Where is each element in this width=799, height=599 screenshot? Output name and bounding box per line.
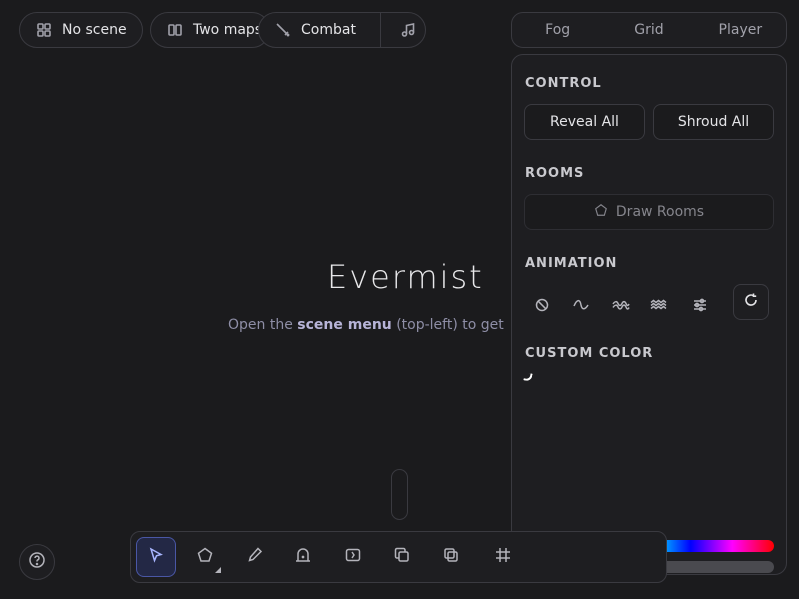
help-button[interactable]	[19, 544, 55, 580]
sliders-icon[interactable]	[690, 295, 710, 315]
animation-triple-wave-icon[interactable]	[649, 295, 669, 315]
copy-tool-button[interactable]	[382, 537, 422, 577]
hash-grid-icon	[494, 546, 512, 568]
animation-wave-icon[interactable]	[571, 295, 591, 315]
refresh-button[interactable]	[733, 284, 769, 320]
tab-fog[interactable]: Fog	[512, 22, 603, 38]
brush-tool-button[interactable]	[235, 537, 275, 577]
shroud-all-button[interactable]: Shroud All	[653, 104, 774, 140]
two-maps-button[interactable]: Two maps	[150, 12, 270, 48]
custom-color-section-title: CUSTOM COLOR	[525, 346, 654, 361]
combat-group: Combat	[258, 12, 426, 48]
toolbar-drag-handle[interactable]	[391, 469, 408, 520]
split-view-icon	[167, 22, 183, 38]
paste-tool-button[interactable]	[431, 537, 471, 577]
animation-section-title: ANIMATION	[525, 256, 618, 271]
select-tool-button[interactable]	[136, 537, 176, 577]
music-note-icon	[400, 22, 416, 38]
animation-none-icon[interactable]	[532, 295, 552, 315]
bracket-box-icon	[344, 546, 362, 568]
layer-tabs: Fog Grid Player	[511, 12, 787, 48]
rooms-section-title: ROOMS	[525, 166, 585, 181]
grid-icon	[36, 22, 52, 38]
divider	[379, 13, 381, 47]
refresh-icon	[743, 292, 759, 312]
sword-off-icon	[275, 22, 291, 38]
scene-label: No scene	[62, 22, 127, 38]
layers-icon	[442, 546, 460, 568]
app-title: Evermist	[327, 258, 484, 296]
maps-label: Two maps	[193, 22, 263, 38]
music-button[interactable]	[391, 22, 425, 38]
copy-icon	[393, 546, 411, 568]
cursor-arrow-icon	[147, 546, 165, 568]
fog-panel: CONTROL Reveal All Shroud All ROOMS Draw…	[511, 54, 787, 575]
flip-tool-button[interactable]	[333, 537, 373, 577]
hint-scene-menu: scene menu	[297, 317, 392, 333]
reveal-all-button[interactable]: Reveal All	[524, 104, 645, 140]
combat-label[interactable]: Combat	[301, 22, 356, 38]
help-circle-icon	[28, 551, 46, 573]
hint-suffix: (top-left) to get	[391, 317, 504, 333]
pentagon-icon	[594, 203, 608, 221]
scene-menu-button[interactable]: No scene	[19, 12, 143, 48]
tool-toolbar	[130, 531, 667, 583]
submenu-indicator	[215, 567, 221, 573]
draw-rooms-label: Draw Rooms	[615, 204, 705, 220]
tab-grid[interactable]: Grid	[603, 22, 694, 38]
draw-rooms-button[interactable]: Draw Rooms	[524, 194, 774, 230]
door-icon	[294, 546, 312, 568]
color-picker-handle[interactable]	[523, 372, 533, 382]
grid-tool-button[interactable]	[483, 537, 523, 577]
tab-player[interactable]: Player	[695, 22, 786, 38]
polygon-tool-button[interactable]	[185, 537, 225, 577]
pentagon-icon	[196, 546, 214, 568]
control-section-title: CONTROL	[525, 76, 602, 91]
hint-prefix: Open the	[228, 317, 298, 333]
pen-icon	[246, 546, 264, 568]
door-tool-button[interactable]	[283, 537, 323, 577]
welcome-hint: Open the scene menu (top-left) to get	[228, 317, 511, 333]
animation-double-wave-icon[interactable]	[611, 295, 631, 315]
